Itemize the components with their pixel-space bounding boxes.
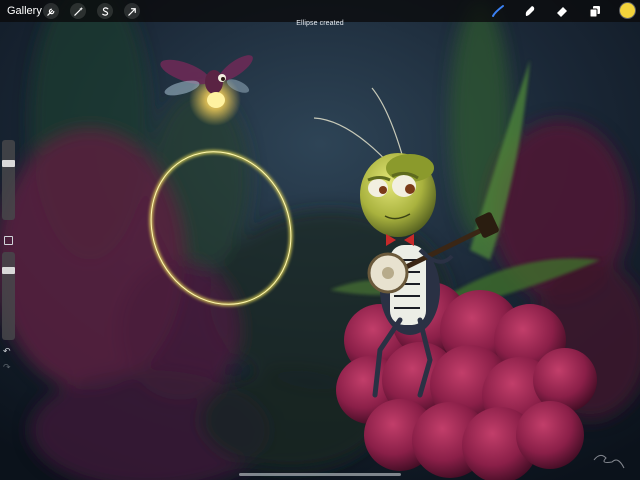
procreate-app: Gallery Ellipse created ↶ ↷ [0,0,640,480]
brush-tool-button[interactable] [489,2,507,20]
eraser-icon [557,7,567,17]
modify-button[interactable] [4,236,13,245]
adjustments-button[interactable] [70,3,86,19]
top-toolbar: Gallery [0,0,640,22]
smudge-tool-button[interactable] [521,2,539,20]
gallery-button[interactable]: Gallery [7,3,42,19]
brush-size-thumb[interactable] [2,160,15,167]
wrench-icon [46,8,54,16]
magic-wand-icon [73,6,83,16]
status-message: Ellipse created [296,20,344,27]
brush-opacity-slider[interactable] [2,252,15,340]
layers-icon [589,6,600,18]
selection-button[interactable] [97,3,113,19]
brush-icon [492,5,504,17]
brush-size-slider[interactable] [2,140,15,220]
left-sidebar: ↶ ↷ [1,140,15,376]
home-indicator [239,473,401,476]
redo-arrow-icon[interactable]: ↷ [3,362,11,373]
drawing-canvas[interactable] [0,0,640,480]
smudge-icon [525,6,535,16]
layers-button[interactable] [586,2,604,20]
brush-opacity-thumb[interactable] [2,267,15,274]
arrow-cursor-icon [127,7,136,16]
transform-button[interactable] [124,3,140,19]
selection-s-icon [101,6,108,16]
color-picker-button[interactable] [620,3,635,18]
eraser-tool-button[interactable] [553,2,571,20]
actions-button[interactable] [43,3,59,19]
undo-arrow-icon[interactable]: ↶ [3,346,11,357]
